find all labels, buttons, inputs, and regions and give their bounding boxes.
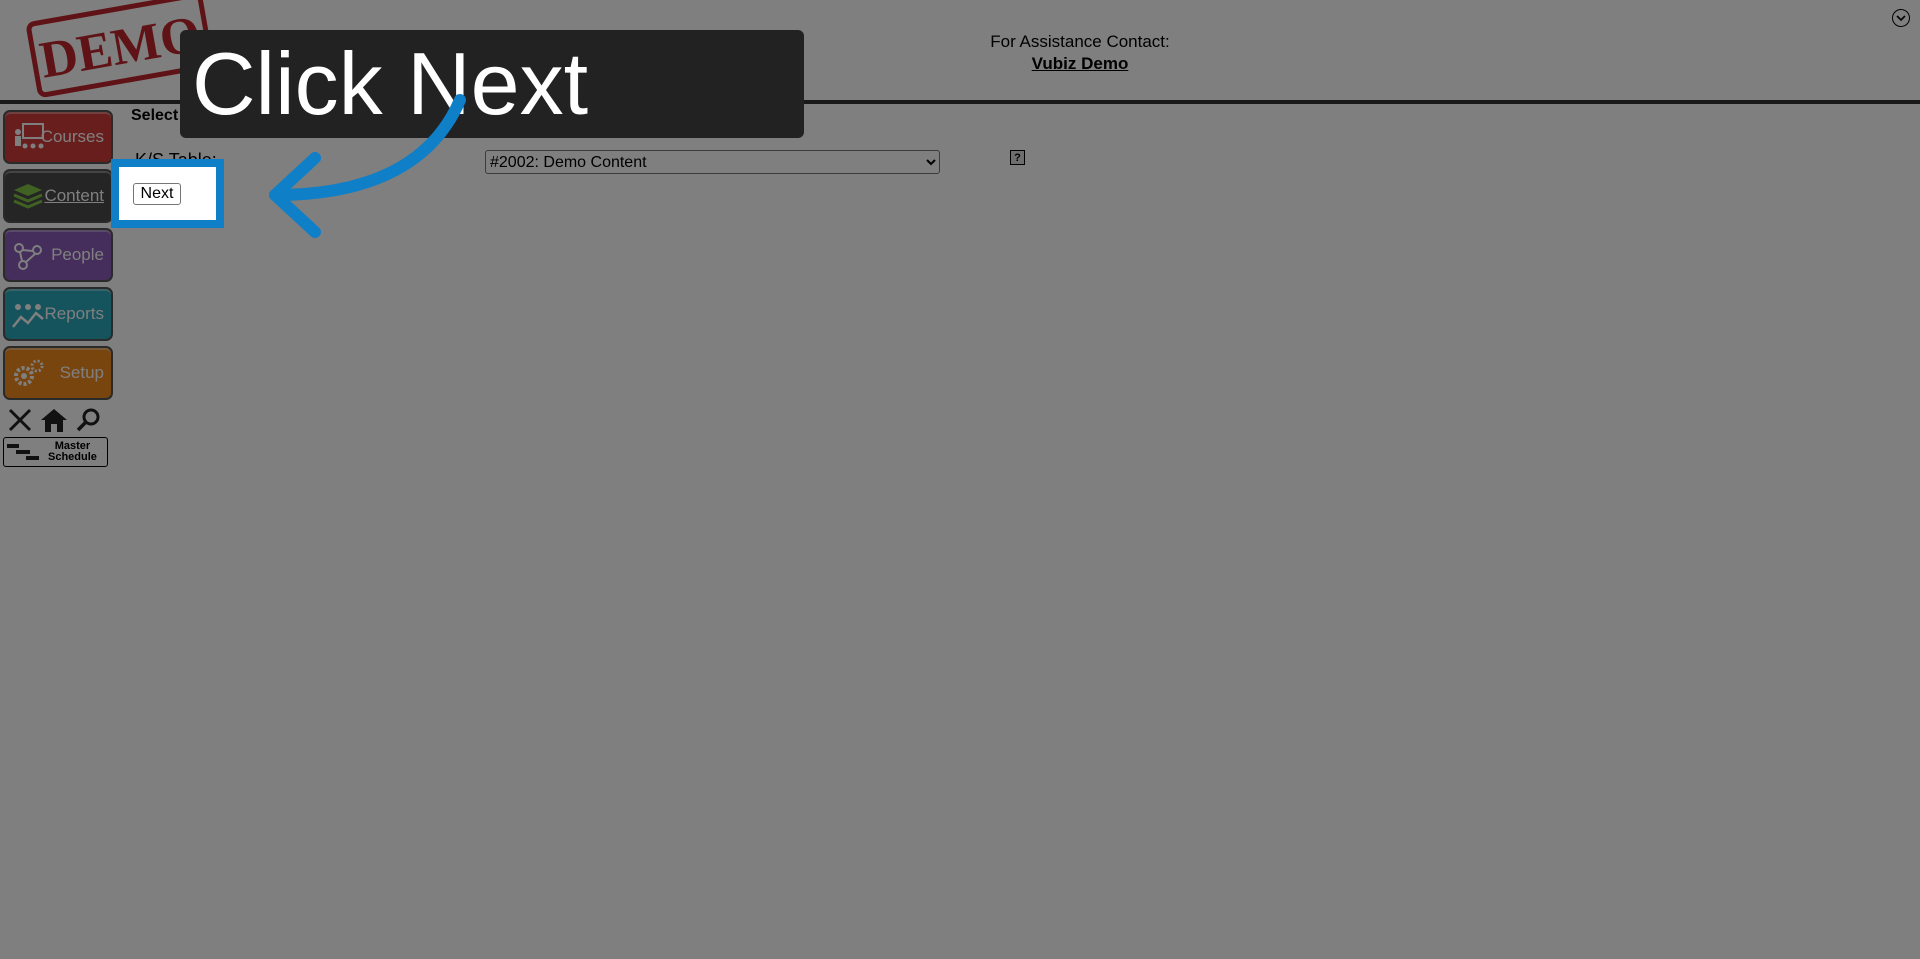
master-schedule-line2: Schedule — [48, 451, 97, 463]
master-schedule-button[interactable]: Master Schedule — [3, 437, 108, 467]
gears-icon — [14, 359, 44, 386]
search-tool[interactable] — [73, 405, 103, 435]
chevron-down-icon — [1896, 15, 1906, 22]
search-icon — [76, 408, 100, 432]
sidebar: Courses Content People Reports Setup Mas… — [3, 110, 115, 467]
pointer-arrow-icon — [269, 94, 466, 238]
collapse-button[interactable] — [1892, 9, 1910, 27]
nav-courses[interactable]: Courses — [3, 110, 113, 164]
network-icon — [14, 243, 42, 270]
nav-content-label: Content — [44, 186, 104, 205]
next-button[interactable]: Next — [133, 183, 181, 205]
nav-reports[interactable]: Reports — [3, 287, 113, 341]
overlay-dim — [0, 0, 1920, 959]
ks-table-select[interactable]: #2002: Demo Content — [485, 150, 940, 174]
home-icon — [41, 409, 67, 432]
nav-setup[interactable]: Setup — [3, 346, 113, 400]
assistance-label: For Assistance Contact: — [990, 32, 1170, 51]
nav-reports-label: Reports — [44, 304, 104, 323]
home-tool[interactable] — [39, 405, 69, 435]
nav-content[interactable]: Content — [3, 169, 113, 223]
tutorial-tooltip: Click Next — [180, 30, 804, 138]
close-icon — [8, 408, 32, 432]
gantt-icon — [7, 444, 39, 460]
nav-setup-label: Setup — [59, 363, 104, 382]
teacher-icon — [15, 123, 44, 149]
help-question-icon[interactable]: ? — [1010, 150, 1025, 165]
stack-icon — [13, 184, 43, 209]
nav-courses-label: Courses — [40, 127, 104, 146]
close-tool[interactable] — [5, 405, 35, 435]
nav-people[interactable]: People — [3, 228, 113, 282]
nav-people-label: People — [51, 245, 104, 264]
assistance-link[interactable]: Vubiz Demo — [880, 54, 1280, 74]
tool-row — [3, 405, 115, 435]
assistance-contact: For Assistance Contact: Vubiz Demo — [880, 32, 1280, 74]
chart-people-icon — [12, 304, 44, 328]
